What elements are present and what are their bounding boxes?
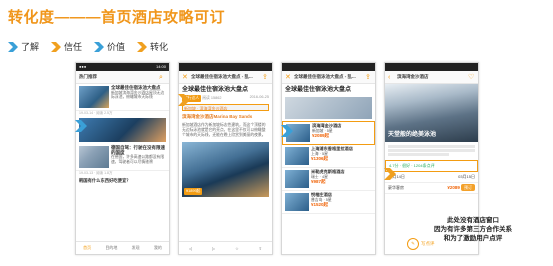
app-title: 滨海湾金沙酒店 (397, 74, 429, 79)
room-type: 豪华客房 (388, 185, 404, 190)
article-meta: 19-03-14 · 阅读 2.5万 (79, 111, 113, 115)
chevron-right-icon (75, 120, 87, 132)
tab-destination[interactable]: 目的地 (105, 245, 117, 251)
hotel-thumbnail (285, 170, 309, 188)
share-icon[interactable]: ⇪ (259, 246, 262, 251)
hotel-card[interactable]: 上海浦东香格里拉酒店 上海 · 5星 ¥1306起 (282, 145, 375, 168)
legend-item-understand: 了解 (8, 40, 39, 53)
chevron-right-icon (8, 41, 18, 52)
phone-screen-hotel-list: ✕ 全球最佳住宿泳池大盘点 - 乱... ⇪ 全球最佳住宿泳池大盘点 滨海湾金沙… (281, 62, 376, 255)
price-tag[interactable]: ¥1899起 (184, 188, 203, 195)
checkout-date[interactable]: 03月15日 (458, 174, 475, 180)
chevron-right-icon (51, 41, 62, 52)
hotel-price: ¥987起 (311, 178, 326, 184)
legend-item-value: 价值 (94, 40, 125, 53)
legend-item-trust: 信任 (51, 40, 82, 53)
room-price: ¥2089 (447, 185, 460, 190)
hotel-card[interactable]: 米勒虎克斯格酒店 瑞士 · 4星 ¥987起 (282, 168, 375, 191)
chevron-right-icon (384, 168, 396, 180)
legend-label: 转化 (150, 42, 169, 52)
search-icon[interactable]: ⌕ (159, 74, 166, 81)
legend-label: 价值 (107, 42, 126, 52)
hotel-thumbnail (285, 147, 309, 165)
rating-summary[interactable]: 4.7分 · 很好 · 1204条点评 (385, 160, 478, 172)
article-heading: 全球最佳住宿泳池大盘点 (182, 87, 249, 93)
article-heading: 全球最佳住宿泳池大盘点 (285, 87, 352, 93)
phone-screen-article: ✕ 全球最佳住宿泳池大盘点 - 乱... ⇪ 全球最佳住宿泳池大盘点 旅行达人 … (178, 62, 273, 255)
article-desc: 在德国，许多高速公路都没有限速，驾驶者可以尽情驰骋 (111, 155, 165, 164)
share-icon[interactable]: ⇪ (365, 74, 372, 81)
legend-label: 了解 (21, 42, 40, 52)
legend: 了解 信任 价值 转化 (8, 40, 168, 53)
hotel-card[interactable]: 悦榕庄酒店 普吉岛 · 5星 ¥1520起 (282, 191, 375, 214)
article-image (285, 97, 372, 119)
status-bar (282, 63, 375, 71)
hotel-name-link[interactable]: 滨海湾金沙酒店Marina Bay Sands (179, 113, 272, 121)
heart-icon[interactable]: ♡ (468, 74, 475, 81)
featured-image[interactable] (79, 118, 166, 142)
book-button[interactable]: 预订 (461, 184, 475, 191)
hotel-card[interactable]: 滨海湾金沙酒店 新加坡 · 5星 ¥2089起 (282, 121, 375, 145)
hotel-price: ¥1520起 (311, 201, 329, 207)
app-header: ‹ 滨海湾金沙酒店 ♡ (385, 71, 478, 84)
close-icon[interactable]: ✕ (182, 74, 189, 81)
back-icon[interactable]: ‹ (388, 74, 395, 81)
hotel-banner[interactable]: 新加坡 · 滨海湾金沙酒店 (182, 104, 269, 111)
page-title: 转化度———首页酒店攻略可订 (8, 9, 226, 26)
favorite-icon[interactable]: ☆ (235, 246, 239, 251)
legend-item-convert: 转化 (137, 40, 168, 53)
tab-bar: ◁ ▷ ☆ ⇪ (179, 241, 272, 254)
article-title: 全球最佳住宿泳池大盘点 (111, 85, 161, 90)
tab-home[interactable]: 首页 (83, 245, 91, 251)
status-bar: ●●● 14:00 (76, 63, 169, 71)
tab-bar: 首页 目的地 发现 我的 (76, 241, 169, 254)
room-row[interactable]: 豪华客房 ¥2089 预订 (385, 183, 478, 194)
status-bar (179, 63, 272, 71)
app-title: 全球最佳住宿泳池大盘点 - 乱... (191, 74, 253, 79)
app-title: 热门推荐 (79, 74, 97, 79)
article-desc: 新加坡滨海湾金沙酒店屋顶无边际泳池，俯瞰城市天际线 (111, 90, 165, 100)
forward-icon[interactable]: ▷ (212, 246, 215, 251)
chevron-right-icon (281, 125, 293, 137)
app-header: 热门推荐 ⌕ (76, 71, 169, 84)
image-caption: 天堂般的绝美泳池 (388, 132, 437, 138)
tab-profile[interactable]: 我的 (154, 245, 162, 251)
app-title: 全球最佳住宿泳池大盘点 - 乱... (294, 74, 356, 79)
tab-discover[interactable]: 发现 (132, 245, 140, 251)
article-thumbnail (79, 146, 109, 168)
article-date: 2016-06-25 (249, 95, 269, 99)
hotel-price: ¥2089起 (312, 132, 330, 138)
pool-image: ¥1899起 (182, 142, 269, 197)
list-item[interactable]: 德国自驾：行驶在没有限速的国度 在德国，许多高速公路都没有限速，驾驶者可以尽情驰… (76, 144, 169, 171)
chevron-right-icon (94, 41, 105, 52)
question-item[interactable]: 韩国有什么东西好吃便宜？ (76, 176, 169, 185)
list-item[interactable]: 全球最佳住宿泳池大盘点 新加坡滨海湾金沙酒店屋顶无边际泳池，俯瞰城市天际线 (76, 84, 169, 111)
chevron-right-icon (137, 41, 148, 52)
hotel-description (385, 142, 478, 160)
legend-label: 信任 (64, 42, 83, 52)
annotation-caption: 此处没有酒店窗口 因为有许多第三方合作关系 和为了激励用户点评 (434, 217, 512, 242)
hotel-hero-image[interactable]: 天堂般的绝美泳池 (385, 84, 478, 142)
back-icon[interactable]: ◁ (189, 246, 192, 251)
chevron-right-icon (178, 94, 190, 106)
hotel-thumbnail (285, 193, 309, 211)
share-icon[interactable]: ⇪ (262, 74, 269, 81)
article-thumbnail (79, 86, 109, 108)
app-header: ✕ 全球最佳住宿泳池大盘点 - 乱... ⇪ (282, 71, 375, 84)
phone-screen-feed: ●●● 14:00 热门推荐 ⌕ 全球最佳住宿泳池大盘点 新加坡滨海湾金沙酒店屋… (75, 62, 170, 255)
app-header: ✕ 全球最佳住宿泳池大盘点 - 乱... ⇪ (179, 71, 272, 84)
view-count: 阅读 15862 (202, 96, 222, 100)
status-bar (385, 63, 478, 71)
date-row[interactable]: 03月14日 03月15日 (385, 172, 478, 183)
hotel-price: ¥1306起 (311, 155, 329, 161)
article-title: 德国自驾：行驶在没有限速的国度 (111, 145, 165, 155)
article-paragraph: 新加坡酒店作为新加坡标志性建筑，而这个顶楼的无边际泳池就是它的亮点，在这里不仅可… (182, 123, 266, 137)
close-icon[interactable]: ✕ (285, 74, 292, 81)
